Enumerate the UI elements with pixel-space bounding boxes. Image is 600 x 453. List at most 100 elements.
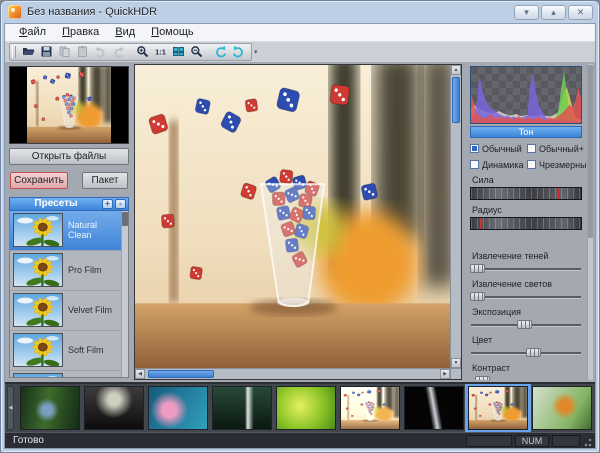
slider-thumb[interactable] (526, 348, 541, 357)
preset-item-partial[interactable] (10, 371, 128, 378)
filmstrip-thumb-forest[interactable] (20, 386, 80, 430)
save-button[interactable] (38, 44, 55, 60)
toolbar-grip[interactable] (12, 46, 16, 58)
shadow-extract-slider[interactable] (470, 263, 582, 274)
menu-item-help[interactable]: Помощь (143, 25, 202, 39)
paste-button (74, 44, 91, 60)
strength-slider[interactable] (470, 187, 582, 200)
slider-thumb[interactable] (470, 292, 485, 301)
filmstrip-collapse-handle[interactable]: ◀ (7, 386, 14, 430)
mode-extreme[interactable]: Чрезмерный (527, 160, 592, 170)
num-lock-indicator: NUM (515, 435, 549, 447)
menu-item-view[interactable]: Вид (107, 25, 143, 39)
checkbox-icon (470, 144, 479, 153)
checkbox-icon (470, 160, 479, 169)
preset-item-velvet-film[interactable]: Velvet Film (10, 291, 128, 331)
mode-options: Обычный Обычный+ Динамика Чрезмерный (470, 144, 585, 170)
close-button[interactable]: ✕ (568, 5, 593, 20)
scroll-down-icon[interactable]: ▼ (451, 358, 461, 368)
tone-section-header[interactable]: Тон (470, 126, 582, 138)
filmstrip-thumb-leaves[interactable] (276, 386, 336, 430)
zoom-out-icon (190, 45, 203, 58)
toolbar-overflow-icon[interactable]: ▾ (254, 48, 258, 56)
filmstrip-thumb-dice-bright[interactable] (340, 386, 400, 430)
rotate-right-button[interactable] (230, 44, 247, 60)
scroll-right-icon[interactable]: ▶ (440, 369, 450, 379)
filmstrip-thumb-butterfly[interactable] (532, 386, 592, 430)
actual-size-button[interactable]: 1:1 (152, 44, 169, 60)
strength-marker[interactable] (557, 188, 559, 199)
vertical-scrollbar[interactable]: ▲ ▼ (450, 65, 461, 368)
open-button[interactable] (20, 44, 37, 60)
status-bar: Готово NUM (5, 432, 595, 448)
preset-item-natural-clean[interactable]: Natural Clean (10, 211, 128, 251)
horizontal-scrollbar[interactable]: ◀ ▶ (135, 368, 450, 379)
mode-normal[interactable]: Обычный (470, 144, 527, 154)
menu-item-edit[interactable]: Правка (54, 25, 107, 39)
resize-grip[interactable] (583, 435, 592, 447)
filmstrip-thumb-smoke[interactable] (404, 386, 464, 430)
preset-add-button[interactable]: + (102, 199, 113, 209)
rotate-left-button[interactable] (212, 44, 229, 60)
slider-thumb[interactable] (475, 376, 490, 380)
zoom-in-icon (136, 45, 149, 58)
preset-item-pro-film[interactable]: Pro Film (10, 251, 128, 291)
rotate-left-icon (214, 45, 227, 58)
open-files-button[interactable]: Открыть файлы (9, 148, 129, 165)
contrast-label: Контраст (472, 363, 585, 373)
undo-icon (94, 45, 107, 58)
vertical-scroll-thumb[interactable] (452, 77, 460, 123)
titlebar[interactable]: Без названия - QuickHDR ▾ ▴ ✕ (4, 1, 596, 23)
preset-remove-button[interactable]: - (115, 199, 126, 209)
actual-size-icon: 1:1 (153, 45, 168, 58)
preset-thumbnail (13, 333, 63, 367)
color-label: Цвет (472, 335, 585, 345)
filmstrip: ◀ (5, 382, 595, 433)
main-image[interactable] (135, 65, 450, 368)
filmstrip-thumb-waterfall[interactable] (212, 386, 272, 430)
adjustments-panel: Тон Обычный Обычный+ Динамика (465, 64, 593, 380)
checkbox-icon (527, 144, 536, 153)
radius-marker[interactable] (480, 218, 482, 229)
highlight-extract-slider[interactable] (470, 291, 582, 302)
fit-screen-icon (172, 45, 185, 58)
batch-button[interactable]: Пакет (82, 172, 128, 189)
horizontal-scroll-thumb[interactable] (148, 370, 214, 378)
fit-screen-button[interactable] (170, 44, 187, 60)
slider-thumb[interactable] (470, 264, 485, 273)
color-slider[interactable] (470, 347, 582, 358)
checkbox-icon (527, 160, 536, 169)
contrast-slider[interactable] (470, 375, 582, 380)
paste-icon (76, 45, 89, 58)
toolbar: 1:1 (9, 43, 252, 61)
radius-slider[interactable] (470, 217, 582, 230)
save-result-button[interactable]: Сохранить (10, 172, 68, 189)
filmstrip-thumb-car[interactable] (84, 386, 144, 430)
menu-item-file[interactable]: Файл (11, 25, 54, 39)
scroll-up-icon[interactable]: ▲ (451, 65, 461, 75)
filmstrip-thumb-dice-current[interactable] (468, 386, 528, 430)
redo-icon (112, 45, 125, 58)
mode-normal-plus[interactable]: Обычный+ (527, 144, 592, 154)
exposure-slider[interactable] (470, 319, 582, 330)
zoom-in-button[interactable] (134, 44, 151, 60)
scroll-corner (450, 368, 461, 379)
preset-thumbnail (13, 253, 63, 287)
preset-thumbnail (13, 213, 63, 247)
preset-list-scrollbar[interactable] (121, 211, 128, 377)
zoom-out-button[interactable] (188, 44, 205, 60)
slider-thumb[interactable] (517, 320, 532, 329)
preset-item-soft-film[interactable]: Soft Film (10, 331, 128, 371)
exposure-label: Экспозиция (472, 307, 585, 317)
minimize-button[interactable]: ▾ (514, 5, 539, 20)
filmstrip-thumb-underwater[interactable] (148, 386, 208, 430)
panel-scrollbar[interactable] (587, 64, 593, 380)
app-window: Без названия - QuickHDR ▾ ▴ ✕ Файл Правк… (0, 0, 600, 453)
scroll-left-icon[interactable]: ◀ (135, 369, 145, 379)
status-box (552, 435, 580, 447)
histogram (470, 66, 582, 124)
highlight-extract-label: Извлечение светов (472, 279, 585, 289)
mode-dynamic[interactable]: Динамика (470, 160, 527, 170)
maximize-button[interactable]: ▴ (541, 5, 566, 20)
image-canvas-area: ▲ ▼ ◀ ▶ (134, 64, 462, 380)
